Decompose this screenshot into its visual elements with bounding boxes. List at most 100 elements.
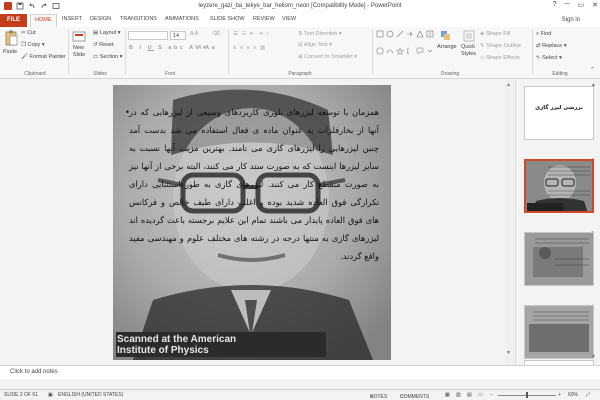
layout-icon: ▤ <box>93 30 99 36</box>
star-shape-icon <box>396 46 404 55</box>
font-name-box[interactable] <box>128 31 168 40</box>
tab-transitions[interactable]: TRANSITIONS <box>120 16 157 22</box>
slide-sorter-icon[interactable]: ▥ <box>456 392 461 398</box>
normal-view-icon[interactable]: ▦ <box>445 392 450 398</box>
align-text-label: Align Text <box>303 42 328 48</box>
clear-format-icon[interactable]: ⌫ <box>212 31 220 37</box>
convert-smartart-button[interactable]: ⊞ Convert to SmartArt ▾ <box>298 54 357 60</box>
notes-pane[interactable]: Click to add notes <box>0 365 600 379</box>
thumbnail-slide-1[interactable]: بررسی لیزر گازی <box>524 86 594 140</box>
maximize-button[interactable]: ▭ <box>578 1 585 9</box>
arrange-button[interactable]: Arrange <box>437 30 457 50</box>
thumb-scroll-down-icon[interactable]: ▼ <box>591 354 596 360</box>
slide-thumbnails-panel[interactable]: ▲ 1 بررسی لیزر گازی 2 * 3 * <box>515 80 600 367</box>
thumbnail-slide-4[interactable] <box>524 305 594 359</box>
oval-shape-icon <box>386 30 394 38</box>
thumbnail-1-title: بررسی لیزر گازی <box>535 105 583 111</box>
divider <box>228 30 229 74</box>
vertical-scrollbar[interactable]: ▲ ▼ <box>505 80 514 367</box>
shape-fill-label: Shape Fill <box>485 31 511 37</box>
align-buttons[interactable]: ≡ ≡ ≡ ≡ ▥ <box>233 45 266 51</box>
tab-view[interactable]: VIEW <box>282 16 296 22</box>
language-indicator[interactable]: ENGLISH (UNITED STATES) <box>58 392 123 398</box>
tab-home[interactable]: HOME <box>30 14 57 27</box>
slide-2[interactable]: • همزمان با توسعه لیزرهای بلوری کاربردها… <box>113 85 391 360</box>
tab-file[interactable]: FILE <box>0 14 27 27</box>
divider <box>532 30 533 74</box>
convert-smartart-label: Convert to SmartArt <box>304 54 353 60</box>
shape-fill-button[interactable]: ◈ Shape Fill <box>480 31 510 37</box>
scroll-down-icon[interactable]: ▼ <box>506 350 511 356</box>
zoom-in-icon[interactable]: + <box>558 392 561 398</box>
cursor-icon: ↖ <box>536 55 541 61</box>
brace-shape-icon <box>407 47 410 54</box>
sign-in-link[interactable]: Sign in <box>562 17 580 23</box>
status-bar: SLIDE 2 OF 61 ▣ ENGLISH (UNITED STATES) … <box>0 389 600 400</box>
thumbnail-3-image <box>525 233 593 285</box>
scroll-up-icon[interactable]: ▲ <box>506 82 511 88</box>
arrange-label: Arrange <box>437 44 457 50</box>
group-label-paragraph: Paragraph <box>288 71 312 77</box>
select-button[interactable]: ↖ Select ▾ <box>536 55 562 61</box>
thumbnail-4-image <box>525 306 593 358</box>
notes-toggle-label: NOTES <box>370 394 388 400</box>
replace-icon: ⇄ <box>536 43 541 49</box>
group-label-slides: Slides <box>93 71 107 77</box>
close-button[interactable]: ✕ <box>592 1 598 9</box>
group-label-drawing: Drawing <box>440 71 460 77</box>
tab-animations[interactable]: ANIMATIONS <box>165 16 199 22</box>
tab-slide-show[interactable]: SLIDE SHOW <box>210 16 245 22</box>
tab-insert[interactable]: INSERT <box>62 16 82 22</box>
paste-button[interactable]: Paste <box>3 30 18 55</box>
thumbnail-slide-3[interactable] <box>524 232 594 286</box>
divider <box>372 30 373 74</box>
find-label: Find <box>540 31 552 37</box>
quick-styles-button[interactable]: Quick Styles <box>461 30 476 57</box>
zoom-out-icon[interactable]: − <box>490 392 493 398</box>
slide-body-text[interactable]: همزمان با توسعه لیزرهای بلوری کاربردهای … <box>129 103 379 265</box>
slideshow-view-icon[interactable]: ▭ <box>478 392 483 398</box>
reset-button[interactable]: ↺ Reset <box>93 42 114 48</box>
paste-label: Paste <box>3 49 18 55</box>
arrow-shape-icon <box>407 31 413 37</box>
help-button[interactable]: ? <box>553 1 557 9</box>
layout-button[interactable]: ▤ Layout ▾ <box>93 30 121 36</box>
spellcheck-icon[interactable]: ▣ <box>48 392 53 398</box>
section-icon: ▭ <box>93 54 99 60</box>
new-slide-button[interactable]: New Slide <box>72 30 86 58</box>
shape-outline-button[interactable]: ✎ Shape Outline <box>480 43 521 49</box>
comments-toggle-label: COMMENTS <box>400 394 430 400</box>
grow-font-icon[interactable]: A A <box>190 31 198 37</box>
replace-button[interactable]: ⇄ Replace ▾ <box>536 43 567 49</box>
shape-effects-button[interactable]: ◇ Shape Effects <box>480 55 520 61</box>
thumbnail-slide-2[interactable] <box>524 159 594 213</box>
quick-styles-icon <box>463 30 475 42</box>
find-button[interactable]: ⌕ Find <box>536 31 551 38</box>
shapes-gallery[interactable] <box>376 30 436 62</box>
caption-line-2: Institute of Physics <box>117 345 209 356</box>
zoom-level[interactable]: 60% <box>568 392 578 398</box>
triangle-shape-icon <box>416 30 424 38</box>
font-size-box[interactable]: 14 <box>170 31 186 40</box>
reset-label: Reset <box>99 42 114 48</box>
new-slide-icon <box>72 31 86 42</box>
fit-to-window-icon[interactable]: ⤢ <box>586 392 590 398</box>
list-buttons[interactable]: ☰ ☷ ⇤ ⇥ ↕ <box>233 31 270 37</box>
copy-button[interactable]: ❐ Copy ▾ <box>21 42 45 48</box>
text-direction-button[interactable]: ⇅ Text Direction ▾ <box>298 31 342 37</box>
font-color-icon[interactable]: A ▾ <box>198 45 206 51</box>
collapse-ribbon-icon[interactable]: ⌃ <box>590 67 595 73</box>
section-button[interactable]: ▭ Section ▾ <box>93 54 122 60</box>
textbox-shape-icon <box>426 30 434 38</box>
curve-shape-icon <box>386 49 394 53</box>
cut-button[interactable]: ✂ Cut <box>21 30 36 36</box>
copy-label: Copy <box>27 42 41 48</box>
cut-label: Cut <box>27 30 36 36</box>
tab-review[interactable]: REVIEW <box>253 16 275 22</box>
reading-view-icon[interactable]: ▤ <box>467 392 472 398</box>
minimize-button[interactable]: ─ <box>565 1 570 9</box>
tab-design[interactable]: DESIGN <box>90 16 111 22</box>
zoom-slider-thumb[interactable] <box>526 392 528 398</box>
align-text-button[interactable]: ⊟ Align Text ▾ <box>298 42 332 48</box>
format-painter-button[interactable]: 🖌 Format Painter <box>21 54 66 60</box>
